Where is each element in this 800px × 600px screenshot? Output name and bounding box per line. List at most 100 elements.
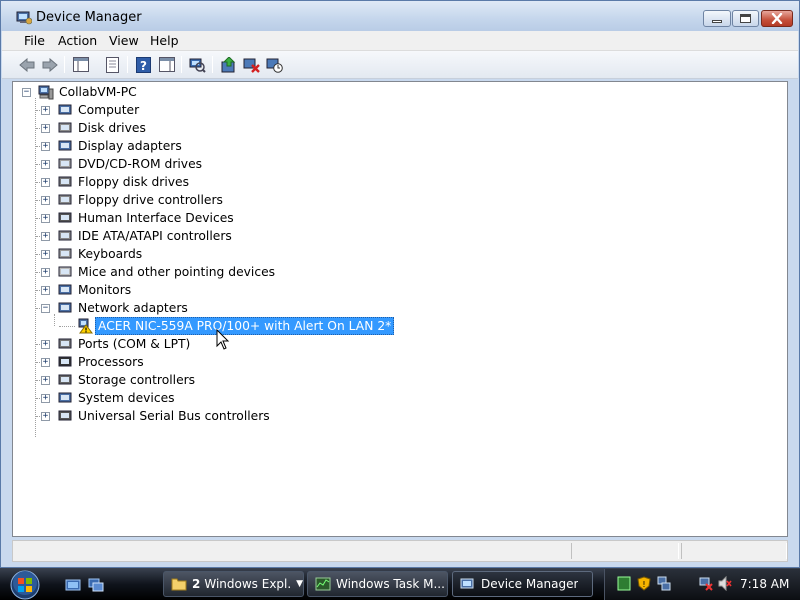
- tree-category-item[interactable]: + System devices: [13, 389, 313, 407]
- volume-muted-icon[interactable]: [718, 576, 732, 591]
- svg-text:?: ?: [140, 59, 147, 73]
- menu-view[interactable]: View: [109, 33, 139, 48]
- tree-category-item[interactable]: + Computer: [13, 101, 313, 119]
- tree-category-label: Processors: [78, 355, 144, 369]
- expand-icon[interactable]: +: [41, 250, 50, 259]
- tree-category-label: Disk drives: [78, 121, 146, 135]
- maximize-icon: [740, 14, 751, 23]
- tree-category-item[interactable]: + Human Interface Devices: [13, 209, 313, 227]
- switch-windows-icon[interactable]: [88, 577, 104, 593]
- tree-category-item[interactable]: + Universal Serial Bus controllers: [13, 407, 313, 425]
- tree-category-item[interactable]: + Floppy drive controllers: [13, 191, 313, 209]
- status-bar: [12, 540, 788, 562]
- expand-icon[interactable]: +: [41, 376, 50, 385]
- expand-icon[interactable]: +: [41, 412, 50, 421]
- tree-category-item[interactable]: + Floppy disk drives: [13, 173, 313, 191]
- tree-category-item[interactable]: + DVD/CD-ROM drives: [13, 155, 313, 173]
- tree-category-item[interactable]: − Network adapters: [13, 299, 313, 317]
- uninstall-icon: [243, 58, 260, 73]
- show-desktop-icon[interactable]: [65, 577, 81, 593]
- expand-icon[interactable]: +: [41, 358, 50, 367]
- dvd-drive-icon: [58, 158, 72, 169]
- tray-app-icon[interactable]: [617, 576, 631, 591]
- uninstall-button[interactable]: [242, 55, 261, 74]
- mouse-icon: [58, 266, 72, 277]
- tree-category-item[interactable]: + Disk drives: [13, 119, 313, 137]
- back-button[interactable]: [17, 55, 36, 74]
- show-hide-tree-icon: [72, 57, 89, 72]
- forward-button[interactable]: [40, 55, 59, 74]
- show-hide-tree-button[interactable]: [71, 55, 90, 74]
- expand-icon[interactable]: +: [41, 232, 50, 241]
- collapse-icon[interactable]: −: [41, 304, 50, 313]
- task-label: Windows Expl...: [204, 577, 291, 591]
- expand-icon[interactable]: +: [41, 286, 50, 295]
- expand-icon[interactable]: +: [41, 196, 50, 205]
- toolbar-separator: [127, 56, 128, 73]
- scan-hardware-button[interactable]: [188, 55, 207, 74]
- tree-category-label: Ports (COM & LPT): [78, 337, 191, 351]
- properties-button[interactable]: [103, 55, 122, 74]
- expand-icon[interactable]: +: [41, 160, 50, 169]
- device-manager-window: Device Manager File Action View Help ? −…: [0, 0, 800, 568]
- tree-category-label: Storage controllers: [78, 373, 196, 387]
- menu-action[interactable]: Action: [58, 33, 97, 48]
- status-pane: [571, 543, 679, 559]
- tree-category-item[interactable]: + Processors: [13, 353, 313, 371]
- tree-root-label: CollabVM-PC: [59, 85, 137, 99]
- minimize-button[interactable]: [703, 10, 731, 27]
- selected-device-label: ACER NIC-559A PRO/100+ with Alert On LAN…: [95, 317, 395, 335]
- floppy-controller-icon: [58, 194, 72, 205]
- update-driver-icon: [221, 56, 236, 72]
- device-manager-icon: [16, 11, 32, 25]
- task-label: Windows Task M...: [336, 577, 445, 591]
- start-button[interactable]: [6, 570, 44, 600]
- storage-controller-icon: [58, 374, 72, 385]
- tree-category-item[interactable]: + Keyboards: [13, 245, 313, 263]
- expand-icon[interactable]: +: [41, 340, 50, 349]
- expand-icon[interactable]: +: [41, 394, 50, 403]
- network-disconnected-icon[interactable]: [699, 576, 713, 591]
- device-manager-icon: [460, 578, 474, 589]
- tree-root[interactable]: − CollabVM-PC: [13, 83, 313, 101]
- expand-icon[interactable]: +: [41, 214, 50, 223]
- update-driver-button[interactable]: [219, 55, 238, 74]
- action-pane-button[interactable]: [157, 55, 176, 74]
- tree-category-item[interactable]: + Display adapters: [13, 137, 313, 155]
- network-adapter-warning-icon: [78, 318, 93, 334]
- network-status-icon[interactable]: [657, 576, 671, 591]
- disk-drive-icon: [58, 122, 72, 133]
- maximize-button[interactable]: [732, 10, 759, 27]
- device-tree-pane[interactable]: − CollabVM-PC + Computer + Disk drives + Disp…: [12, 81, 788, 537]
- tree-category-item[interactable]: + Ports (COM & LPT): [13, 335, 313, 353]
- expand-icon[interactable]: +: [41, 268, 50, 277]
- help-button[interactable]: ?: [134, 55, 153, 74]
- tree-category-label: IDE ATA/ATAPI controllers: [78, 229, 232, 243]
- expand-icon[interactable]: +: [41, 124, 50, 133]
- menu-file[interactable]: File: [24, 33, 45, 48]
- expand-icon[interactable]: +: [41, 106, 50, 115]
- network-adapter-item[interactable]: ACER NIC-559A PRO/100+ with Alert On LAN…: [13, 317, 413, 335]
- help-icon: ?: [136, 56, 151, 73]
- title-bar[interactable]: Device Manager: [1, 1, 799, 31]
- menu-bar: File Action View Help: [2, 31, 798, 51]
- back-icon: [18, 57, 34, 72]
- tree-category-label: Human Interface Devices: [78, 211, 234, 225]
- collapse-icon[interactable]: −: [22, 88, 31, 97]
- security-shield-icon[interactable]: !: [637, 576, 651, 591]
- task-device-manager[interactable]: Device Manager: [452, 571, 593, 597]
- task-windows-task-manager[interactable]: Windows Task M...: [307, 571, 448, 597]
- disable-button[interactable]: [265, 55, 284, 74]
- close-button[interactable]: [761, 10, 793, 27]
- tree-category-item[interactable]: + Monitors: [13, 281, 313, 299]
- properties-icon: [106, 56, 119, 73]
- menu-help[interactable]: Help: [150, 33, 179, 48]
- expand-icon[interactable]: +: [41, 142, 50, 151]
- tree-category-item[interactable]: + Mice and other pointing devices: [13, 263, 313, 281]
- tree-category-item[interactable]: + Storage controllers: [13, 371, 313, 389]
- tree-category-item[interactable]: + IDE ATA/ATAPI controllers: [13, 227, 313, 245]
- ide-controller-icon: [58, 230, 72, 241]
- tree-category-label: Floppy drive controllers: [78, 193, 223, 207]
- task-windows-explorer[interactable]: 2 Windows Expl... ▼: [163, 571, 304, 597]
- expand-icon[interactable]: +: [41, 178, 50, 187]
